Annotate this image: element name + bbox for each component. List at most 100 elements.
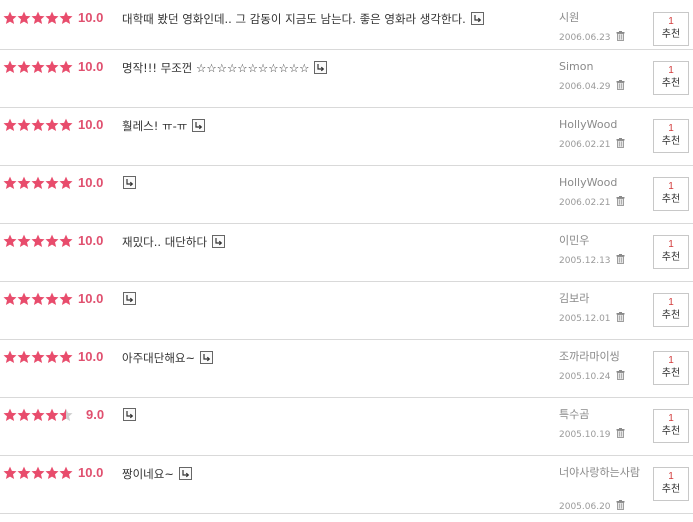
review-date-text: 2006.06.23	[559, 33, 611, 43]
star-icon	[3, 350, 17, 364]
rating-stars	[3, 350, 73, 364]
review-comment-text: 재밌다.. 대단하다	[122, 235, 208, 249]
review-comment: 재밌다.. 대단하다	[122, 234, 226, 250]
delete-icon[interactable]	[616, 254, 625, 264]
recommend-count: 1	[668, 65, 674, 76]
rating-score: 10.0	[78, 59, 104, 74]
star-icon	[31, 118, 45, 132]
review-author[interactable]: HollyWood	[559, 176, 641, 190]
recommend-button[interactable]: 1 추천	[653, 467, 689, 501]
recommend-count: 1	[668, 355, 674, 366]
review-date-text: 2005.12.13	[559, 256, 611, 266]
star-icon	[17, 118, 31, 132]
review-comment: 명작!!! 무조껀 ☆☆☆☆☆☆☆☆☆☆☆	[122, 60, 328, 76]
delete-icon[interactable]	[616, 312, 625, 322]
review-author[interactable]: 특수곰	[559, 408, 641, 422]
recommend-button[interactable]: 1 추천	[653, 235, 689, 269]
star-icon	[3, 292, 17, 306]
delete-icon[interactable]	[616, 196, 625, 206]
delete-icon[interactable]	[616, 31, 625, 41]
rating-stars	[3, 292, 73, 306]
review-comment-text: 아주대단해요~	[122, 351, 196, 365]
recommend-button[interactable]: 1 추천	[653, 177, 689, 211]
review-date-text: 2005.06.20	[559, 502, 611, 512]
star-icon	[3, 60, 17, 74]
review-comment	[122, 292, 136, 306]
rating-score: 10.0	[78, 465, 104, 480]
reply-arrow-icon[interactable]	[192, 119, 206, 132]
star-icon	[59, 118, 73, 132]
recommend-button[interactable]: 1 추천	[653, 119, 689, 153]
recommend-button[interactable]: 1 추천	[653, 409, 689, 443]
review-author[interactable]: 김보라	[559, 292, 641, 306]
recommend-button[interactable]: 1 추천	[653, 61, 689, 95]
review-row: 10.0 아주대단해요~ 조까라마이씽 2005.10.24 1 추천	[0, 340, 693, 398]
review-comment-text: 짱이네요~	[122, 467, 174, 481]
star-icon	[3, 466, 17, 480]
recommend-button[interactable]: 1 추천	[653, 12, 689, 46]
recommend-count: 1	[668, 16, 674, 27]
recommend-button[interactable]: 1 추천	[653, 351, 689, 385]
rating-score: 10.0	[78, 233, 104, 248]
review-date: 2005.12.01	[559, 312, 625, 324]
review-list: 10.0 대학때 봤던 영화인데.. 그 감동이 지금도 남는다. 좋은 영화라 …	[0, 0, 693, 514]
review-date-text: 2006.02.21	[559, 140, 611, 150]
review-author[interactable]: 너야사랑하는사람	[559, 466, 641, 480]
reply-arrow-icon[interactable]	[212, 235, 226, 248]
reply-arrow-icon[interactable]	[123, 292, 136, 305]
star-icon	[31, 350, 45, 364]
star-icon	[59, 11, 73, 25]
review-author[interactable]: 조까라마이씽	[559, 350, 641, 364]
star-icon	[59, 60, 73, 74]
reply-arrow-icon[interactable]	[123, 176, 136, 189]
star-icon	[59, 176, 73, 190]
star-icon	[59, 408, 73, 422]
review-date-text: 2005.12.01	[559, 314, 611, 324]
star-icon	[17, 60, 31, 74]
rating-score: 10.0	[78, 291, 104, 306]
reply-arrow-icon[interactable]	[200, 351, 214, 364]
review-author[interactable]: HollyWood	[559, 118, 641, 132]
rating-score: 10.0	[78, 349, 104, 364]
reply-arrow-icon[interactable]	[470, 12, 484, 25]
star-icon	[45, 292, 59, 306]
review-date: 2005.10.24	[559, 370, 625, 382]
star-icon	[45, 11, 59, 25]
reply-arrow-icon[interactable]	[123, 408, 136, 421]
star-icon	[31, 234, 45, 248]
delete-icon[interactable]	[616, 80, 625, 90]
star-icon	[31, 292, 45, 306]
star-icon	[45, 408, 59, 422]
review-author[interactable]: 시원	[559, 11, 641, 25]
star-icon	[31, 466, 45, 480]
star-icon	[17, 292, 31, 306]
recommend-button[interactable]: 1 추천	[653, 293, 689, 327]
rating-score: 10.0	[78, 10, 104, 25]
recommend-count: 1	[668, 123, 674, 134]
reply-arrow-icon[interactable]	[314, 61, 328, 74]
review-row: 10.0 훨레스! ㅠ-ㅠ HollyWood 2006.02.21 1 추천	[0, 108, 693, 166]
delete-icon[interactable]	[616, 138, 625, 148]
review-date: 2006.02.21	[559, 196, 625, 208]
star-icon	[17, 176, 31, 190]
star-icon	[31, 60, 45, 74]
rating-stars	[3, 408, 73, 422]
delete-icon[interactable]	[616, 370, 625, 380]
star-icon	[3, 408, 17, 422]
review-date-text: 2005.10.19	[559, 430, 611, 440]
recommend-count: 1	[668, 181, 674, 192]
star-icon	[45, 176, 59, 190]
recommend-label: 추천	[661, 368, 681, 379]
review-author[interactable]: 이민우	[559, 234, 641, 248]
recommend-count: 1	[668, 239, 674, 250]
star-icon	[3, 118, 17, 132]
delete-icon[interactable]	[616, 500, 625, 510]
delete-icon[interactable]	[616, 428, 625, 438]
review-comment-text: 대학때 봤던 영화인데.. 그 감동이 지금도 남는다. 좋은 영화라 생각한다…	[122, 12, 466, 26]
review-author[interactable]: Simon	[559, 60, 641, 74]
rating-score: 10.0	[78, 175, 104, 190]
star-icon	[59, 466, 73, 480]
reply-arrow-icon[interactable]	[178, 467, 192, 480]
review-row: 10.0 대학때 봤던 영화인데.. 그 감동이 지금도 남는다. 좋은 영화라 …	[0, 0, 693, 50]
star-icon	[45, 118, 59, 132]
